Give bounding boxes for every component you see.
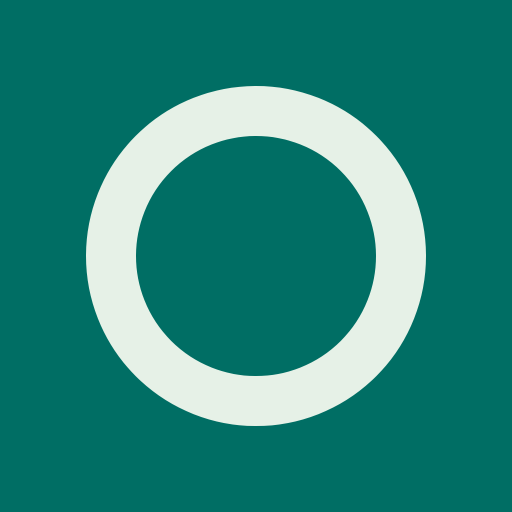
app-icon-tile [0,0,512,512]
ring-icon [86,86,426,426]
ring-shape [86,86,426,426]
